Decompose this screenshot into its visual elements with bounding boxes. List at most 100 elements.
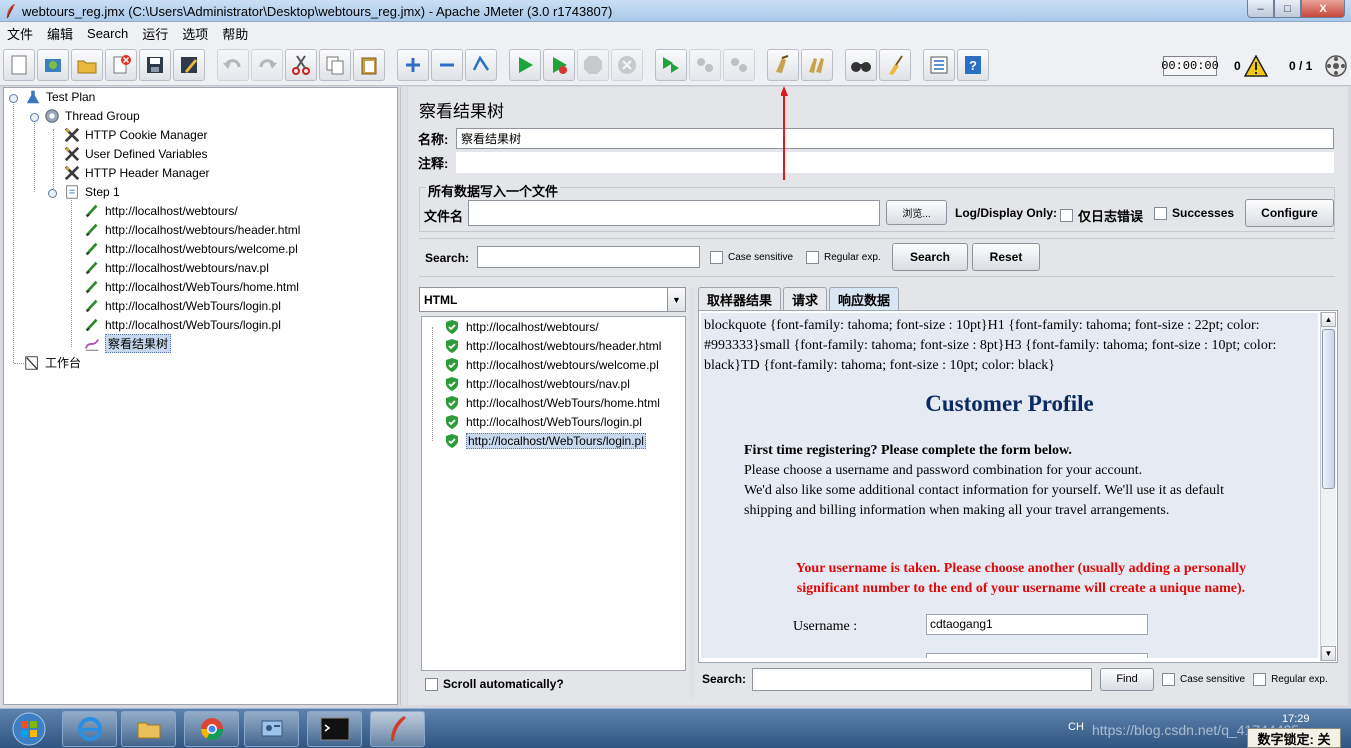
cut-button[interactable]: [285, 49, 317, 81]
chevron-down-icon[interactable]: ▼: [667, 288, 685, 311]
case-sensitive-box[interactable]: [710, 251, 723, 264]
remote-start-all-button[interactable]: [655, 49, 687, 81]
tree-item-sampler[interactable]: http://localhost/WebTours/home.html: [83, 277, 299, 296]
result-item[interactable]: http://localhost/webtours/header.html: [444, 336, 661, 355]
tree-item-cookie-manager[interactable]: HTTP Cookie Manager: [63, 125, 208, 144]
result-item[interactable]: http://localhost/WebTours/login.pl: [444, 412, 642, 431]
input-method-indicator[interactable]: CH: [1068, 721, 1084, 733]
tree-item-sampler[interactable]: http://localhost/webtours/header.html: [83, 220, 300, 239]
tree-item-workbench[interactable]: 工作台: [23, 353, 81, 372]
scroll-thumb[interactable]: [1322, 329, 1335, 489]
menu-edit[interactable]: 编辑: [42, 24, 78, 43]
taskbar-chrome[interactable]: [184, 711, 239, 747]
tree-item-sampler[interactable]: http://localhost/webtours/nav.pl: [83, 258, 269, 277]
regex-checkbox[interactable]: Regular exp.: [806, 251, 881, 264]
tree-item-sampler[interactable]: http://localhost/WebTours/login.pl: [83, 315, 281, 334]
taskbar-control-panel[interactable]: [244, 711, 299, 747]
scroll-down-icon[interactable]: ▼: [1321, 646, 1336, 661]
result-item[interactable]: http://localhost/webtours/welcome.pl: [444, 355, 659, 374]
system-clock[interactable]: 17:29: [1282, 713, 1310, 725]
filename-input[interactable]: [468, 200, 880, 226]
tab-sampler-result[interactable]: 取样器结果: [698, 287, 782, 310]
name-field[interactable]: 察看结果树: [456, 127, 1334, 149]
save-button[interactable]: [139, 49, 171, 81]
remote-stop-all-button[interactable]: [689, 49, 721, 81]
case-sensitive-checkbox[interactable]: Case sensitive: [710, 251, 793, 264]
new-button[interactable]: [3, 49, 35, 81]
toggle-button[interactable]: [465, 49, 497, 81]
tree-toggle[interactable]: [9, 94, 18, 103]
remote-shutdown-all-button[interactable]: [723, 49, 755, 81]
regex-box[interactable]: [806, 251, 819, 264]
search-button-toolbar[interactable]: [845, 49, 877, 81]
reset-button[interactable]: Reset: [972, 243, 1040, 271]
start-button[interactable]: [509, 49, 541, 81]
tree-item-sampler[interactable]: http://localhost/WebTours/login.pl: [83, 296, 281, 315]
browse-button[interactable]: 浏览...: [886, 200, 947, 225]
tree-item-thread-group[interactable]: Thread Group: [43, 106, 140, 125]
redo-button[interactable]: [251, 49, 283, 81]
response-regex-checkbox[interactable]: Regular exp.: [1253, 672, 1328, 686]
errors-only-box[interactable]: [1060, 209, 1073, 222]
stop-button[interactable]: [577, 49, 609, 81]
clear-button[interactable]: [767, 49, 799, 81]
comment-field[interactable]: [456, 151, 1334, 173]
taskbar-jmeter[interactable]: [370, 711, 425, 747]
tree-item-user-defined-variables[interactable]: User Defined Variables: [63, 144, 208, 163]
maximize-button[interactable]: □: [1274, 0, 1301, 18]
main-splitter[interactable]: [400, 87, 407, 705]
successes-checkbox[interactable]: Successes: [1154, 206, 1234, 220]
response-case-sensitive-box[interactable]: [1162, 672, 1176, 686]
templates-button[interactable]: [37, 49, 69, 81]
start-button[interactable]: [4, 711, 54, 747]
shutdown-button[interactable]: [611, 49, 643, 81]
taskbar-internet-explorer[interactable]: [62, 711, 117, 747]
scroll-automatically-box[interactable]: [425, 677, 438, 691]
response-search-input[interactable]: [752, 667, 1093, 691]
tree-toggle[interactable]: [30, 113, 39, 122]
close-file-button[interactable]: [105, 49, 137, 81]
tree-item-header-manager[interactable]: HTTP Header Manager: [63, 163, 210, 182]
minimize-button[interactable]: –: [1247, 0, 1274, 18]
find-button[interactable]: Find: [1100, 667, 1155, 691]
start-no-pauses-button[interactable]: [543, 49, 575, 81]
tree-item-view-results-tree[interactable]: 察看结果树: [83, 334, 172, 353]
expand-all-button[interactable]: [397, 49, 429, 81]
copy-button[interactable]: [319, 49, 351, 81]
renderer-select[interactable]: HTML ▼: [419, 287, 686, 312]
warning-icon[interactable]: [1244, 55, 1268, 77]
function-helper-button[interactable]: [923, 49, 955, 81]
response-case-sensitive-checkbox[interactable]: Case sensitive: [1162, 672, 1245, 686]
menu-options[interactable]: 选项: [177, 24, 213, 43]
search-button[interactable]: Search: [892, 243, 968, 271]
save-as-button[interactable]: [173, 49, 205, 81]
menu-help[interactable]: 帮助: [217, 24, 253, 43]
taskbar-explorer[interactable]: [121, 711, 176, 747]
collapse-all-button[interactable]: [431, 49, 463, 81]
response-regex-box[interactable]: [1253, 672, 1267, 686]
open-button[interactable]: [71, 49, 103, 81]
help-button[interactable]: ?: [957, 49, 989, 81]
result-item[interactable]: http://localhost/webtours/nav.pl: [444, 374, 630, 393]
tree-item-test-plan[interactable]: Test Plan: [24, 87, 95, 106]
successes-box[interactable]: [1154, 206, 1167, 220]
tree-item-sampler[interactable]: http://localhost/webtours/welcome.pl: [83, 239, 298, 258]
scroll-up-icon[interactable]: ▲: [1321, 312, 1336, 327]
search-input[interactable]: [477, 246, 700, 268]
username-field[interactable]: cdtaogang1: [926, 614, 1148, 635]
errors-only-checkbox[interactable]: 仅日志错误: [1060, 206, 1143, 225]
menu-file[interactable]: 文件: [2, 24, 38, 43]
tree-toggle[interactable]: [48, 189, 57, 198]
close-window-button[interactable]: X: [1301, 0, 1345, 18]
remote-status-icon[interactable]: [1324, 54, 1348, 78]
result-item[interactable]: http://localhost/WebTours/home.html: [444, 393, 660, 412]
undo-button[interactable]: [217, 49, 249, 81]
tree-item-sampler[interactable]: http://localhost/webtours/: [83, 201, 238, 220]
result-item[interactable]: http://localhost/webtours/: [444, 317, 599, 336]
taskbar-command-prompt[interactable]: [307, 711, 362, 747]
tree-item-step-1[interactable]: Step 1: [63, 182, 120, 201]
tab-request[interactable]: 请求: [783, 287, 828, 310]
configure-button[interactable]: Configure: [1245, 199, 1334, 227]
menu-search[interactable]: Search: [82, 26, 133, 41]
results-splitter[interactable]: [689, 287, 695, 699]
